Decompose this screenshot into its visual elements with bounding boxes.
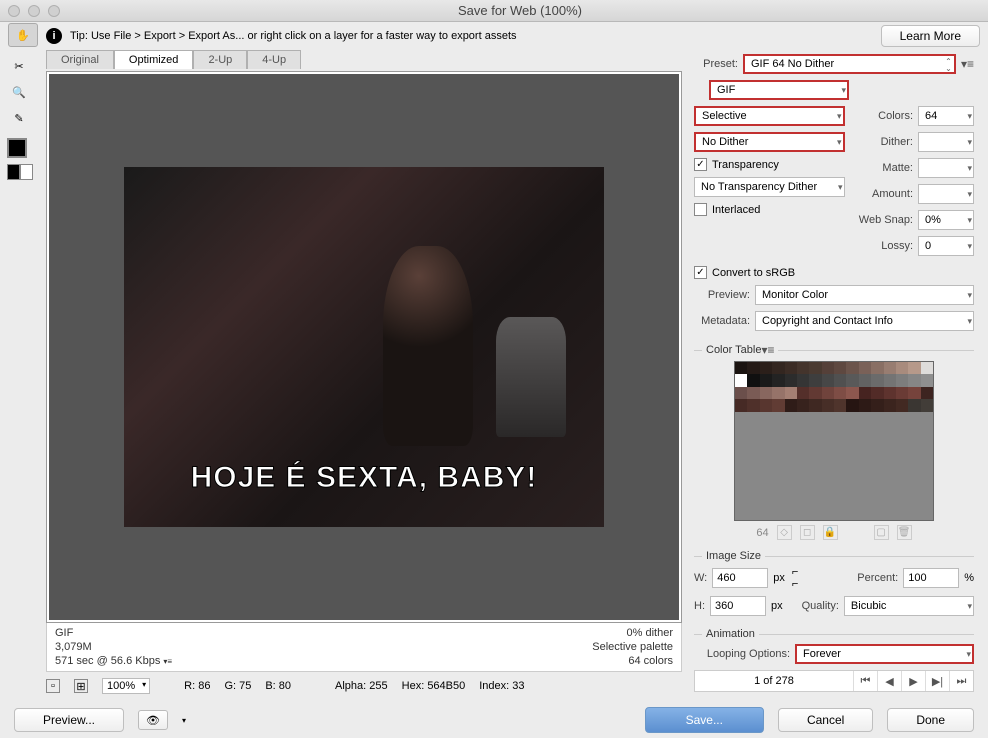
view-tabs: Original Optimized 2-Up 4-Up [46,50,682,69]
matte-select [918,158,974,178]
lock-icon: 🔒 [823,525,838,540]
websnap-input[interactable]: 0% [918,210,974,230]
play-button[interactable]: ▶ [901,671,925,691]
ct-icon-1: ◇ [777,525,792,540]
window-title: Save for Web (100%) [60,3,980,18]
amount-input [918,184,974,204]
preview-info: GIF 3,079M 571 sec @ 56.6 Kbps ▾≡ 0% dit… [46,623,682,672]
tip-text: Tip: Use File > Export > Export As... or… [70,30,517,42]
srgb-checkbox[interactable]: ✓ [694,266,707,279]
save-button[interactable]: Save... [645,707,764,733]
animation-controls: 1 of 278 ⏮ ◀ ▶ ▶| ⏭ [694,670,974,692]
preview-button[interactable]: Preview... [14,708,124,732]
zoom-tool[interactable]: 🔍 [4,80,34,104]
lossy-input[interactable]: 0 [918,236,974,256]
preview-select[interactable]: Monitor Color [755,285,974,305]
browser-preview-icon[interactable]: 👁 [138,710,168,730]
tab-original[interactable]: Original [46,50,114,69]
color-reduction-select[interactable]: Selective [694,106,845,126]
tab-2up[interactable]: 2-Up [193,50,247,69]
height-input[interactable] [710,596,766,616]
cancel-button[interactable]: Cancel [778,708,873,732]
preset-select[interactable]: GIF 64 No Dither [743,54,956,74]
learn-more-button[interactable]: Learn More [881,25,980,47]
colors-input[interactable]: 64 [918,106,974,126]
status-bar: ▫ ⊞ 100%▾ R: 86 G: 75 B: 80 Alpha: 255 H… [46,672,682,700]
color-table-footer: 64 ◇ ◻ 🔒 ▢ 🗑 [694,525,974,540]
trash-icon[interactable]: 🗑 [897,525,912,540]
format-select[interactable]: GIF [709,80,849,100]
select-all-icon[interactable]: ⊞ [74,679,88,693]
tool-palette: ✂ 🔍 ✎ [0,50,40,700]
color-table-menu-icon[interactable]: ▾≡ [761,343,774,357]
titlebar: Save for Web (100%) [0,0,988,22]
settings-panel: Preset: GIF 64 No Dither ▾≡ GIF Selectiv… [688,50,988,700]
interlaced-checkbox[interactable] [694,203,707,216]
toggle-swatch[interactable] [7,164,33,180]
transparency-checkbox[interactable]: ✓ [694,158,707,171]
tab-4up[interactable]: 4-Up [247,50,301,69]
bottom-bar: Preview... 👁 ▾ Save... Cancel Done [0,702,988,738]
done-button[interactable]: Done [887,708,974,732]
width-input[interactable] [712,568,768,588]
select-single-icon[interactable]: ▫ [46,679,60,693]
tab-optimized[interactable]: Optimized [114,50,194,69]
meme-caption: HOJE É SEXTA, BABY! [191,461,538,495]
ct-icon-2: ◻ [800,525,815,540]
percent-input[interactable] [903,568,959,588]
info-icon: i [46,28,62,44]
foreground-swatch[interactable] [7,138,27,158]
new-swatch-icon[interactable]: ▢ [874,525,889,540]
tip-bar: ✋ i Tip: Use File > Export > Export As..… [0,22,988,50]
hand-tool[interactable]: ✋ [8,23,38,47]
prev-frame-button[interactable]: ◀ [877,671,901,691]
transparency-dither-select[interactable]: No Transparency Dither [694,177,845,197]
next-frame-button[interactable]: ▶| [925,671,949,691]
color-table[interactable] [734,361,934,521]
window-controls[interactable] [8,5,60,17]
last-frame-button[interactable]: ⏭ [949,671,973,691]
preset-menu-icon[interactable]: ▾≡ [961,57,974,71]
preview-image: HOJE É SEXTA, BABY! [124,167,604,527]
frame-counter: 1 of 278 [695,675,853,687]
quality-select[interactable]: Bicubic [844,596,974,616]
dither-method-select[interactable]: No Dither [694,132,845,152]
dither-input [918,132,974,152]
looping-select[interactable]: Forever [795,644,974,664]
first-frame-button[interactable]: ⏮ [853,671,877,691]
zoom-select[interactable]: 100%▾ [102,678,150,694]
eyedropper-tool[interactable]: ✎ [4,106,34,130]
slice-tool[interactable]: ✂ [4,54,34,78]
metadata-select[interactable]: Copyright and Contact Info [755,311,974,331]
preview-canvas[interactable]: HOJE É SEXTA, BABY! [46,71,682,623]
